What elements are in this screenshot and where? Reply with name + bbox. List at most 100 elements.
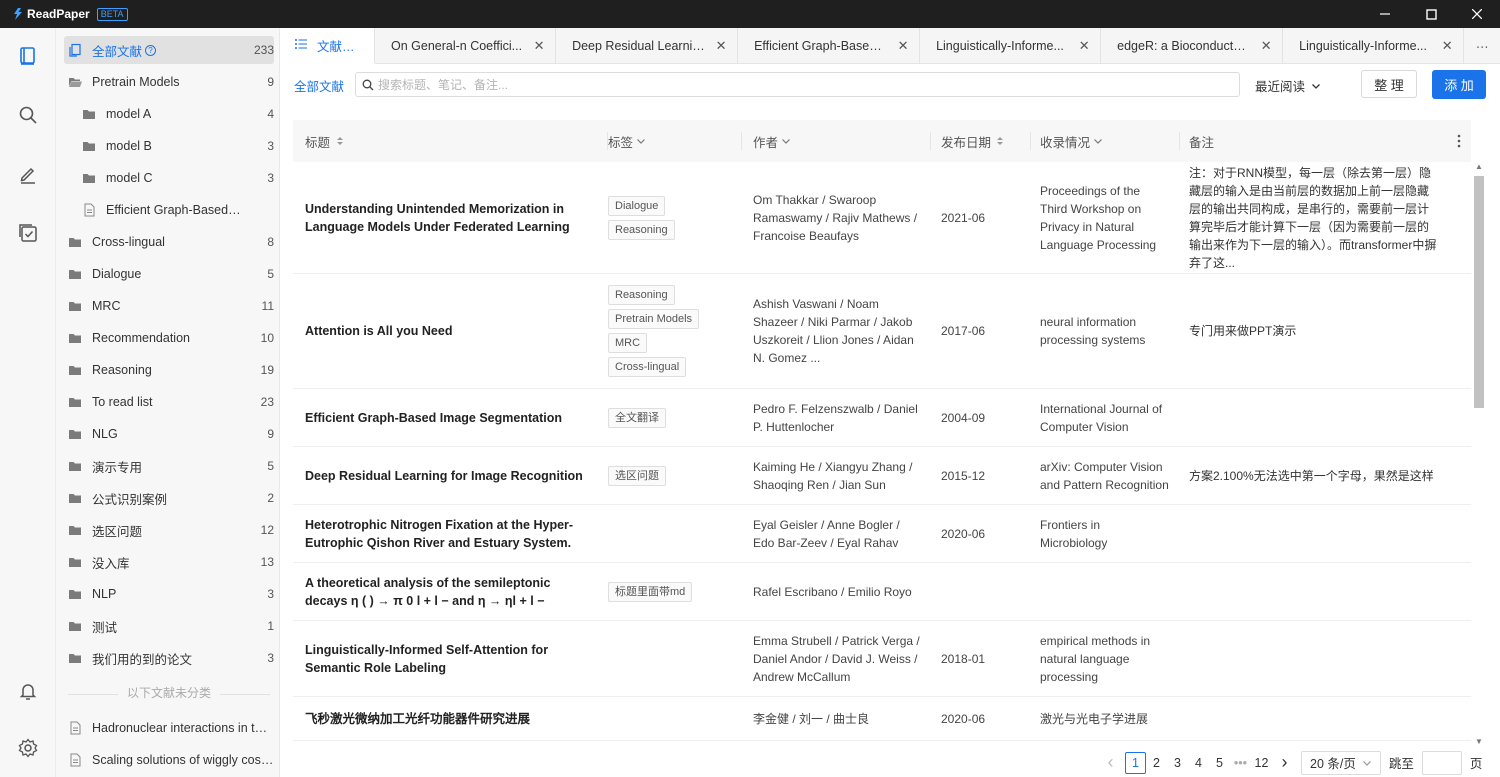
tab-document[interactable]: Deep Residual Learnin... ✕ (556, 28, 739, 64)
sidebar-folder-item[interactable]: 全部文献? 233 (64, 36, 274, 64)
tab-document[interactable]: Efficient Graph-Based I... ✕ (738, 28, 921, 64)
sidebar-folder-item[interactable]: Dialogue 5 (64, 260, 274, 288)
sidebar-folder-item[interactable]: Recommendation 10 (64, 324, 274, 352)
sidebar-folder-item[interactable]: Cross-lingual 8 (64, 228, 274, 256)
scroll-up-arrow-icon[interactable]: ▲ (1474, 162, 1484, 171)
column-settings-button[interactable] (1451, 120, 1467, 162)
tab-document[interactable]: edgeR: a Bioconductor... ✕ (1101, 28, 1284, 64)
sidebar-folder-item[interactable]: 测试 1 (64, 612, 274, 640)
paper-title[interactable]: Heterotrophic Nitrogen Fixation at the H… (305, 505, 605, 562)
prev-page-icon[interactable]: ‹ (1100, 752, 1121, 774)
page-number[interactable]: 5 (1209, 752, 1230, 774)
tab-document[interactable]: Linguistically-Informe... ✕ (1283, 28, 1465, 64)
page-number[interactable]: 3 (1167, 752, 1188, 774)
sidebar-folder-item[interactable]: MRC 11 (64, 292, 274, 320)
tag-badge[interactable]: Reasoning (608, 219, 675, 240)
collection-nav-button[interactable] (0, 213, 56, 253)
sidebar-folder-item[interactable]: NLP 3 (64, 580, 274, 608)
tag-badge[interactable]: 全文翻译 (608, 407, 666, 428)
organize-button[interactable]: 整 理 (1361, 70, 1417, 98)
tab-document[interactable]: Linguistically-Informe... ✕ (920, 28, 1102, 64)
close-window-button[interactable] (1454, 0, 1500, 28)
sidebar-folder-item[interactable]: 我们用的到的论文 3 (64, 644, 274, 672)
tab-paper-list[interactable]: 文献列表 (281, 28, 375, 64)
table-row[interactable]: A theoretical analysis of the semilepton… (293, 563, 1471, 621)
tab-close-icon[interactable]: ✕ (1441, 38, 1453, 54)
sidebar-folder-item[interactable]: 没入库 13 (64, 548, 274, 576)
add-button[interactable]: 添 加 (1432, 70, 1486, 99)
scrollbar-thumb[interactable] (1474, 176, 1484, 408)
sidebar-folder-item[interactable]: Pretrain Models 9 (64, 68, 274, 96)
paper-note[interactable] (1189, 621, 1451, 696)
paper-title[interactable]: A theoretical analysis of the semilepton… (305, 563, 605, 620)
sidebar-folder-item[interactable]: 演示专用 5 (64, 452, 274, 480)
sidebar-folder-item[interactable]: 公式识别案例 2 (64, 484, 274, 512)
sidebar-folder-item[interactable]: model B 3 (64, 132, 274, 160)
paper-note[interactable]: 方案2.100%无法选中第一个字母，果然是这样 (1189, 447, 1451, 504)
tab-close-icon[interactable]: ✕ (1078, 38, 1090, 54)
paper-note[interactable] (1189, 389, 1451, 446)
column-title[interactable]: 标题 (305, 120, 595, 162)
scroll-down-arrow-icon[interactable]: ▼ (1474, 737, 1484, 746)
tag-badge[interactable]: 选区问题 (608, 465, 666, 486)
paper-title[interactable]: Efficient Graph-Based Image Segmentation (305, 389, 605, 446)
paper-title[interactable]: Understanding Unintended Memorization in… (305, 162, 605, 273)
table-row[interactable]: Efficient Graph-Based Image Segmentation… (293, 389, 1471, 447)
paper-title[interactable]: 飞秒激光微纳加工光纤功能器件研究进展 (305, 697, 605, 740)
settings-button[interactable] (0, 728, 56, 768)
table-row[interactable]: Heterotrophic Nitrogen Fixation at the H… (293, 505, 1471, 563)
library-nav-button[interactable] (0, 36, 56, 76)
paper-note[interactable]: 专门用来做PPT演示 (1189, 274, 1451, 388)
sidebar-folder-item[interactable]: model C 3 (64, 164, 274, 192)
table-row[interactable]: Deep Residual Learning for Image Recogni… (293, 447, 1471, 505)
jump-page-input[interactable] (1421, 750, 1462, 775)
sidebar-folder-item[interactable]: 选区问题 12 (64, 516, 274, 544)
page-number[interactable]: 4 (1188, 752, 1209, 774)
tag-badge[interactable]: Reasoning (608, 285, 675, 305)
sort-dropdown[interactable]: 最近阅读 (1255, 76, 1321, 95)
sidebar-folder-item[interactable]: To read list 23 (64, 388, 274, 416)
tab-close-icon[interactable]: ✕ (1260, 38, 1272, 54)
tab-close-icon[interactable]: ✕ (715, 38, 727, 54)
page-number[interactable]: 1 (1125, 751, 1146, 774)
table-row[interactable]: Attention is All you Need Reasoning Pretra… (293, 274, 1471, 389)
unclassified-paper-item[interactable]: Scaling solutions of wiggly cosmi... (64, 746, 274, 774)
paper-title[interactable]: Linguistically-Informed Self-Attention f… (305, 621, 605, 696)
column-venue[interactable]: 收录情况 (1030, 120, 1180, 162)
notes-nav-button[interactable] (0, 154, 56, 194)
column-authors[interactable]: 作者 (741, 120, 933, 162)
column-notes[interactable]: 备注 (1179, 120, 1389, 162)
table-row[interactable]: 飞秒激光微纳加工光纤功能器件研究进展 李金健 / 刘一 / 曲士良 2020-06 激… (293, 697, 1471, 741)
tabs-overflow-button[interactable]: ⋯ (1464, 28, 1500, 64)
paper-note[interactable]: 注：对于RNN模型，每一层（除去第一层）隐藏层的输入是由当前层的数据加上前一层隐… (1189, 162, 1451, 273)
maximize-button[interactable] (1408, 0, 1454, 28)
minimize-button[interactable] (1362, 0, 1408, 28)
table-row[interactable]: Linguistically-Informed Self-Attention f… (293, 621, 1471, 697)
next-page-icon[interactable]: › (1274, 752, 1295, 774)
tag-badge[interactable]: Cross-lingual (608, 357, 687, 377)
tab-close-icon[interactable]: ✕ (897, 38, 909, 54)
paper-title[interactable]: Deep Residual Learning for Image Recogni… (305, 447, 605, 504)
column-date[interactable]: 发布日期 (930, 120, 1031, 162)
page-number[interactable]: 2 (1146, 752, 1167, 774)
tag-badge[interactable]: MRC (608, 333, 648, 353)
page-size-select[interactable]: 20 条/页 (1301, 750, 1381, 775)
sidebar-folder-item[interactable]: Efficient Graph-Based Image S... (64, 196, 274, 224)
tag-badge[interactable]: Dialogue (608, 195, 666, 216)
help-icon[interactable]: ? (145, 44, 157, 56)
paper-note[interactable] (1189, 505, 1451, 562)
sidebar-folder-item[interactable]: NLG 9 (64, 420, 274, 448)
paper-title[interactable]: Attention is All you Need (305, 274, 605, 388)
search-nav-button[interactable] (0, 95, 56, 135)
tab-document[interactable]: On General-n Coeffici... ✕ (375, 28, 557, 64)
search-input[interactable] (378, 77, 1239, 92)
tag-badge[interactable]: Pretrain Models (608, 309, 700, 329)
tag-badge[interactable]: 标题里面带md (608, 581, 693, 602)
notifications-button[interactable] (0, 671, 56, 711)
sidebar-folder-item[interactable]: model A 4 (64, 100, 274, 128)
all-papers-breadcrumb[interactable]: 全部文献 (294, 76, 344, 95)
table-scrollbar[interactable]: ▲ ▼ (1472, 162, 1486, 746)
paper-note[interactable] (1189, 563, 1451, 620)
table-row[interactable]: Understanding Unintended Memorization in… (293, 162, 1471, 274)
tab-close-icon[interactable]: ✕ (533, 38, 545, 54)
